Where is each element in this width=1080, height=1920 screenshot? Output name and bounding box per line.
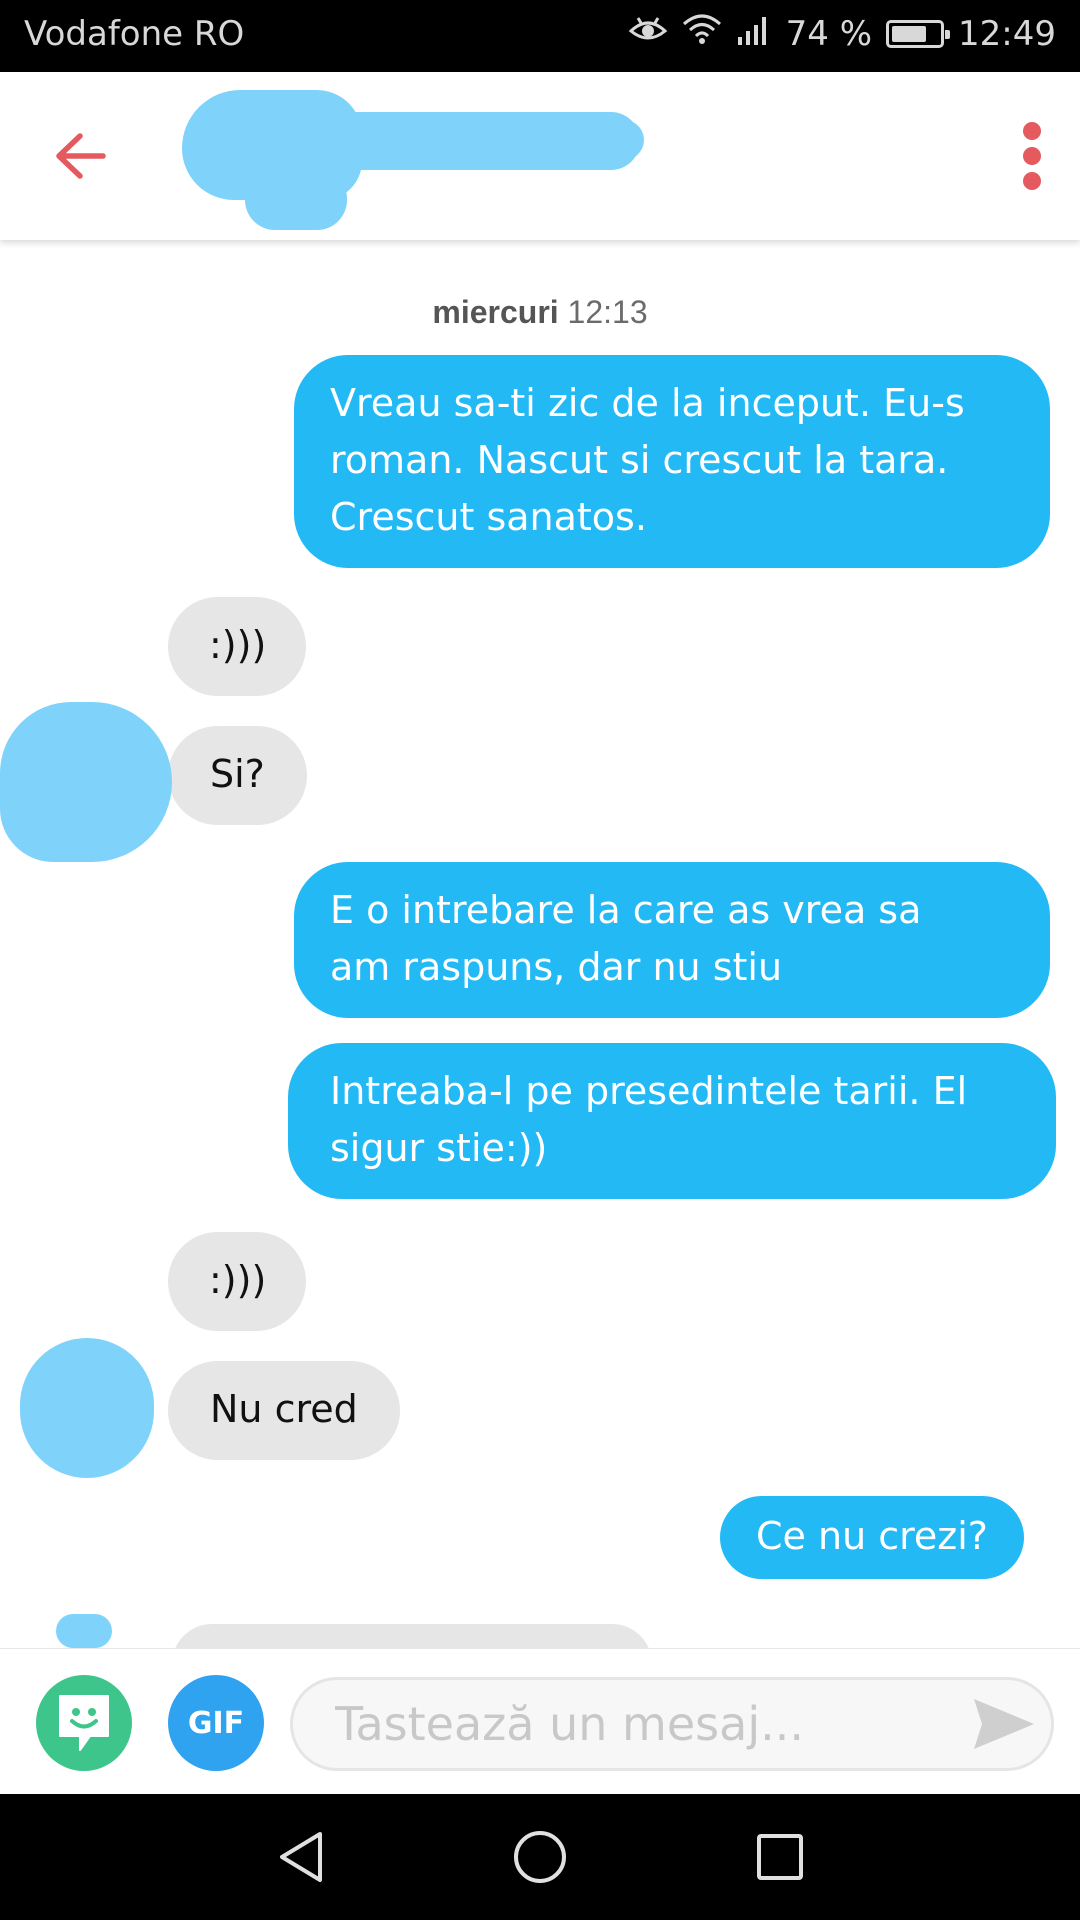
- arrow-left-icon: [56, 133, 106, 179]
- nav-home-button[interactable]: [507, 1824, 573, 1890]
- battery-icon: [886, 19, 951, 48]
- wifi-icon: [682, 12, 722, 55]
- sticker-button[interactable]: [36, 1675, 132, 1771]
- battery-percent: 74 %: [785, 13, 873, 54]
- carrier-name: Vodafone RO: [24, 14, 245, 54]
- send-button[interactable]: [969, 1694, 1039, 1754]
- message-outgoing[interactable]: Vreau sa-ti zic de la inceput. Eu-s roma…: [294, 355, 1050, 568]
- message-incoming[interactable]: :))): [168, 597, 307, 696]
- nav-back-button[interactable]: [268, 1824, 334, 1890]
- message-incoming[interactable]: Nu cred: [168, 1361, 400, 1460]
- sticker-icon: [59, 1695, 109, 1751]
- message-incoming[interactable]: :))): [168, 1232, 307, 1331]
- status-bar: Vodafone RO 74 % 12:49: [0, 0, 1080, 72]
- send-icon: [974, 1699, 1034, 1749]
- message-incoming[interactable]: Si?: [168, 726, 307, 825]
- gif-button[interactable]: GIF: [168, 1675, 264, 1771]
- message-input[interactable]: [335, 1680, 935, 1768]
- chat-header: [0, 72, 1080, 240]
- eye-icon: [628, 14, 668, 54]
- composer: GIF: [0, 1648, 1080, 1794]
- message-outgoing[interactable]: Ce nu crezi?: [720, 1496, 1024, 1579]
- date-time: 12:13: [567, 294, 648, 330]
- nav-recents-icon: [757, 1834, 803, 1880]
- back-button[interactable]: [48, 124, 112, 188]
- message-outgoing[interactable]: Intreaba-l pe presedintele tarii. El sig…: [288, 1043, 1056, 1199]
- date-separator: miercuri 12:13: [0, 294, 1080, 331]
- message-incoming-partial[interactable]: [172, 1624, 652, 1648]
- nav-home-icon: [514, 1831, 566, 1883]
- status-icons: 74 % 12:49: [628, 12, 1056, 55]
- date-day: miercuri: [432, 294, 559, 330]
- message-input-container: [290, 1677, 1054, 1771]
- message-list[interactable]: miercuri 12:13 Vreau sa-ti zic de la inc…: [0, 240, 1080, 1648]
- nav-recents-button[interactable]: [747, 1824, 813, 1890]
- clock: 12:49: [958, 13, 1056, 54]
- nav-back-icon: [280, 1832, 322, 1882]
- signal-icon: [736, 14, 772, 54]
- kebab-menu-icon: [1023, 122, 1041, 140]
- navigation-bar: [0, 1794, 1080, 1920]
- battery-level: [892, 25, 927, 42]
- message-outgoing[interactable]: E o intrebare la care as vrea sa am rasp…: [294, 862, 1050, 1018]
- more-options-button[interactable]: [1002, 116, 1062, 196]
